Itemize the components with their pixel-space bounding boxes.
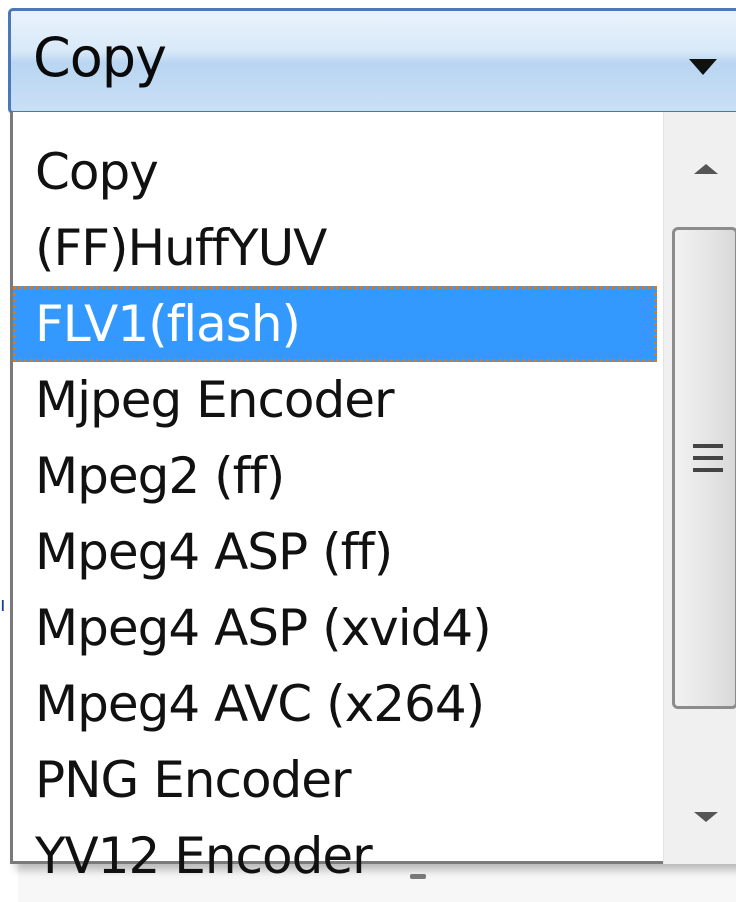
- grip-icon: [693, 468, 723, 472]
- codec-combobox[interactable]: Copy: [8, 8, 736, 114]
- scrollbar-thumb[interactable]: [672, 227, 736, 709]
- list-item-mpeg2[interactable]: Mpeg2 (ff): [13, 438, 657, 514]
- list-item-flv1[interactable]: FLV1(flash): [13, 286, 657, 362]
- list-item-mpeg4-asp-ff[interactable]: Mpeg4 ASP (ff): [13, 514, 657, 590]
- scroll-up-arrow-icon[interactable]: [664, 152, 736, 192]
- list-item-copy[interactable]: Copy: [13, 134, 657, 210]
- vertical-scrollbar[interactable]: [663, 112, 736, 864]
- list-item-yv12[interactable]: YV12 Encoder: [13, 818, 657, 894]
- list-item-mpeg4-avc[interactable]: Mpeg4 AVC (x264): [13, 666, 657, 742]
- combobox-selected-value: Copy: [33, 26, 167, 89]
- grip-icon: [693, 456, 723, 460]
- codec-dropdown-list[interactable]: Copy (FF)HuffYUV FLV1(flash) Mjpeg Encod…: [10, 112, 736, 885]
- chevron-down-icon[interactable]: [689, 59, 717, 75]
- scroll-down-arrow-icon[interactable]: [664, 802, 736, 842]
- dropdown-items: Copy (FF)HuffYUV FLV1(flash) Mjpeg Encod…: [13, 134, 657, 894]
- list-item-mpeg4-asp-xvid4[interactable]: Mpeg4 ASP (xvid4): [13, 590, 657, 666]
- grip-icon: [693, 444, 723, 448]
- list-item-huffyuv[interactable]: (FF)HuffYUV: [13, 210, 657, 286]
- list-item-mjpeg[interactable]: Mjpeg Encoder: [13, 362, 657, 438]
- list-item-png[interactable]: PNG Encoder: [13, 742, 657, 818]
